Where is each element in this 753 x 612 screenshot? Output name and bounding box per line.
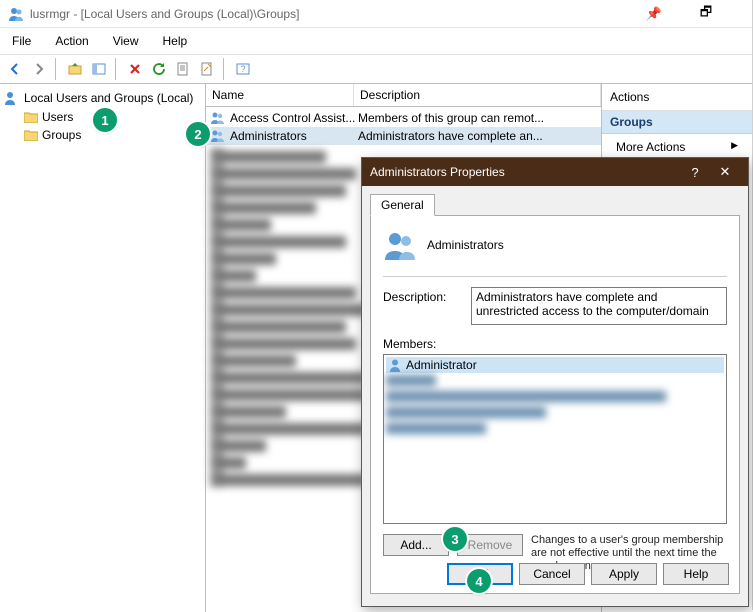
member-name: Administrator: [406, 358, 477, 372]
delete-button[interactable]: [124, 58, 146, 80]
up-button[interactable]: [64, 58, 86, 80]
forward-button[interactable]: [28, 58, 50, 80]
folder-icon: [24, 130, 38, 141]
svg-text:?: ?: [240, 64, 245, 74]
properties-dialog: Administrators Properties ? ✕ General Ad…: [361, 157, 749, 607]
group-icon: [210, 110, 226, 126]
dialog-close-button[interactable]: ✕: [710, 164, 740, 180]
member-row[interactable]: Administrator: [386, 357, 724, 373]
help-button[interactable]: Help: [663, 563, 729, 585]
app-icon: [8, 6, 24, 22]
back-button[interactable]: [4, 58, 26, 80]
col-description[interactable]: Description: [354, 84, 601, 106]
members-list[interactable]: Administrator: [383, 354, 727, 524]
actions-group-label: Groups: [602, 111, 752, 134]
folder-icon: [24, 112, 38, 123]
title-bar: lusrmgr - [Local Users and Groups (Local…: [0, 0, 752, 28]
step-badge-4: 4: [467, 569, 491, 593]
help-button[interactable]: ?: [232, 58, 254, 80]
group-icon: [210, 128, 226, 144]
refresh-button[interactable]: [148, 58, 170, 80]
list-header: Name Description: [206, 84, 601, 107]
list-row[interactable]: Administrators Administrators have compl…: [206, 127, 601, 145]
description-row: Description:: [383, 287, 727, 325]
description-label: Description:: [383, 287, 461, 304]
menu-file[interactable]: File: [8, 32, 35, 50]
step-badge-2: 2: [186, 122, 210, 146]
export-button[interactable]: [172, 58, 194, 80]
tree-root[interactable]: Local Users and Groups (Local): [2, 88, 203, 108]
description-field[interactable]: [471, 287, 727, 325]
step-badge-1: 1: [93, 108, 117, 132]
cancel-button[interactable]: Cancel: [519, 563, 585, 585]
chevron-right-icon: ▶: [731, 140, 738, 151]
menu-action[interactable]: Action: [51, 32, 92, 50]
row-desc: Administrators have complete an...: [358, 129, 597, 143]
restore-button[interactable]: 🗗: [692, 3, 720, 25]
add-button[interactable]: Add...: [383, 534, 449, 556]
toolbar: ?: [0, 55, 752, 84]
apply-button[interactable]: Apply: [591, 563, 657, 585]
menu-bar: File Action View Help: [0, 28, 752, 55]
group-header: Administrators: [383, 228, 727, 262]
tree-groups-label: Groups: [42, 128, 81, 142]
dialog-help-button[interactable]: ?: [680, 165, 710, 180]
group-name: Administrators: [427, 238, 504, 252]
col-name[interactable]: Name: [206, 84, 354, 106]
menu-view[interactable]: View: [109, 32, 143, 50]
step-badge-3: 3: [443, 527, 467, 551]
dialog-body: General Administrators Description: Memb…: [362, 186, 748, 602]
properties-button[interactable]: [196, 58, 218, 80]
list-row[interactable]: Access Control Assist... Members of this…: [206, 109, 601, 127]
tab-content: Administrators Description: Members: Adm…: [370, 216, 740, 594]
members-blurred: [386, 375, 724, 437]
menu-help[interactable]: Help: [159, 32, 192, 50]
tab-strip: General: [370, 194, 740, 216]
row-name: Administrators: [230, 129, 358, 143]
dialog-title: Administrators Properties: [370, 165, 680, 179]
row-desc: Members of this group can remot...: [358, 111, 597, 125]
tab-general[interactable]: General: [370, 194, 435, 216]
users-groups-icon: [4, 90, 20, 106]
show-hide-button[interactable]: [88, 58, 110, 80]
actions-header: Actions: [602, 84, 752, 111]
tree-panel: Local Users and Groups (Local) Users Gro…: [0, 84, 206, 612]
tree-users-label: Users: [42, 110, 73, 124]
dialog-titlebar: Administrators Properties ? ✕: [362, 158, 748, 186]
group-large-icon: [383, 228, 417, 262]
user-icon: [388, 358, 402, 372]
pin-button[interactable]: 📌: [640, 6, 668, 22]
members-label: Members:: [383, 337, 727, 351]
row-name: Access Control Assist...: [230, 111, 358, 125]
tree-root-label: Local Users and Groups (Local): [24, 91, 193, 105]
window-title: lusrmgr - [Local Users and Groups (Local…: [30, 7, 640, 21]
actions-more-label: More Actions: [616, 140, 685, 154]
